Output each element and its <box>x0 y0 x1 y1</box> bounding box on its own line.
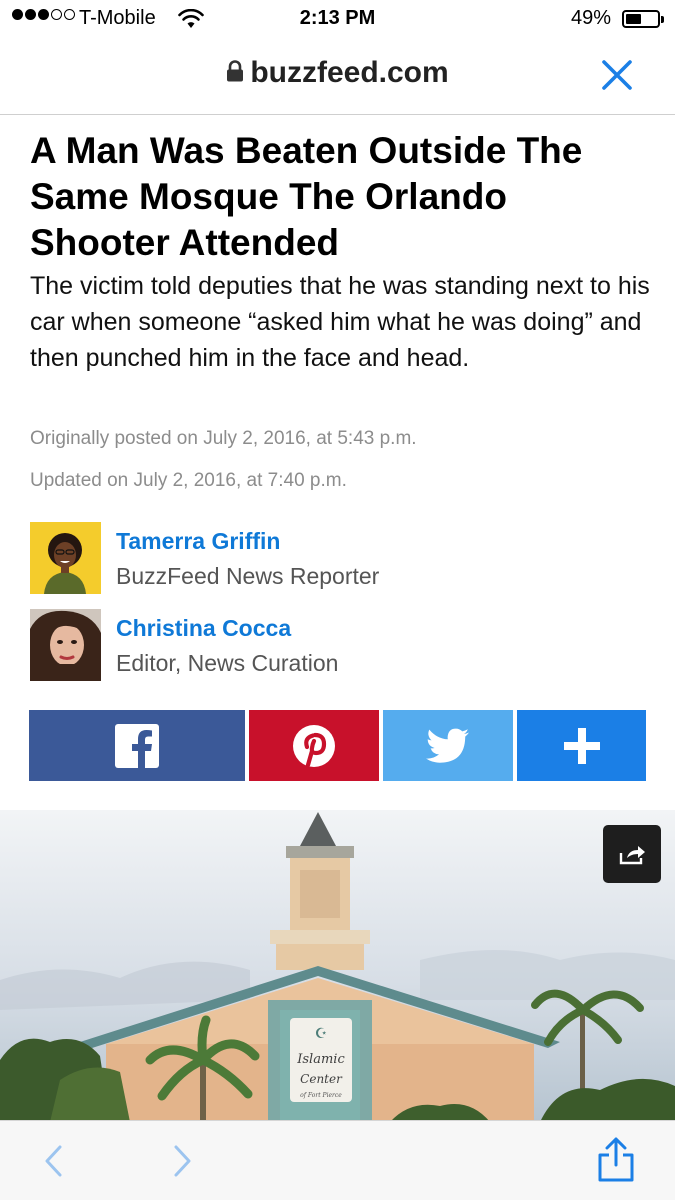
battery-icon <box>622 10 664 28</box>
lock-icon <box>227 60 244 82</box>
author-name[interactable]: Christina Cocca <box>116 615 291 642</box>
author-name[interactable]: Tamerra Griffin <box>116 528 280 555</box>
bottom-toolbar <box>0 1120 675 1200</box>
forward-icon[interactable] <box>168 1141 198 1181</box>
plus-icon <box>563 727 600 764</box>
author-role: BuzzFeed News Reporter <box>116 563 380 589</box>
sign-line-1: Islamic <box>296 1052 345 1067</box>
updated-timestamp: Updated on July 2, 2016, at 7:40 p.m. <box>30 470 347 491</box>
twitter-share-button[interactable] <box>383 710 513 781</box>
article-dek: The victim told deputies that he was sta… <box>30 272 650 372</box>
facebook-icon <box>115 723 159 768</box>
share-icon[interactable] <box>596 1135 636 1183</box>
article-headline: A Man Was Beaten Outside The Same Mosque… <box>30 130 583 263</box>
hero-image[interactable]: ☪ Islamic Center of Fort Pierce <box>0 810 675 1122</box>
facebook-share-button[interactable] <box>29 710 245 781</box>
url-bar[interactable]: buzzfeed.com <box>0 38 675 115</box>
pinterest-icon <box>293 724 335 767</box>
sign-line-3: of Fort Pierce <box>300 1092 342 1099</box>
byline-christina-cocca: Christina Cocca Editor, News Curation <box>30 609 650 681</box>
avatar[interactable] <box>30 522 101 594</box>
address-display[interactable]: buzzfeed.com <box>0 56 675 90</box>
sign-line-2: Center <box>300 1072 343 1086</box>
browser-page: T-Mobile 2:13 PM 49% buzzfeed.com A Man … <box>0 0 675 1200</box>
share-arrow-icon <box>619 846 645 865</box>
svg-text:☪: ☪ <box>315 1026 328 1042</box>
status-bar: T-Mobile 2:13 PM 49% <box>0 0 675 38</box>
byline-tamerra-griffin: Tamerra Griffin BuzzFeed News Reporter <box>30 522 650 594</box>
author-role: Editor, News Curation <box>116 650 339 676</box>
pinterest-share-button[interactable] <box>249 710 379 781</box>
url-domain: buzzfeed.com <box>250 56 449 89</box>
posted-timestamp: Originally posted on July 2, 2016, at 5:… <box>30 428 417 449</box>
avatar[interactable] <box>30 609 101 681</box>
back-icon[interactable] <box>38 1141 68 1181</box>
image-share-button[interactable] <box>603 825 661 883</box>
twitter-icon <box>426 728 469 763</box>
close-icon[interactable] <box>600 58 634 92</box>
more-share-button[interactable] <box>517 710 646 781</box>
battery-percent: 49% <box>571 7 612 29</box>
